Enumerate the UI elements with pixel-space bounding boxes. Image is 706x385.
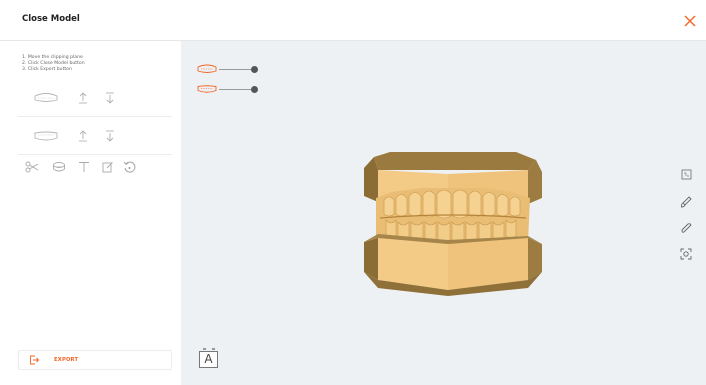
view-label-letter: A	[204, 352, 213, 366]
dental-model[interactable]	[362, 152, 544, 296]
measure-icon	[681, 223, 692, 233]
instructions: 1. Move the clipping plane 2. Click Clos…	[22, 55, 85, 73]
edit-tools-row	[18, 155, 172, 181]
slider-handle[interactable]	[251, 65, 258, 73]
slider-track[interactable]	[219, 68, 253, 70]
left-panel: 1. Move the clipping plane 2. Click Clos…	[0, 41, 181, 385]
undo-icon	[123, 161, 135, 173]
view-box-button[interactable]	[679, 167, 693, 181]
anterior-view-button[interactable]: A	[198, 347, 220, 369]
undo-button[interactable]	[121, 159, 137, 175]
arrow-up-icon	[79, 130, 87, 142]
upper-jaw-icon	[197, 64, 217, 73]
lower-jaw-icon[interactable]	[33, 129, 59, 143]
upper-jaw-icon[interactable]	[33, 91, 59, 105]
close-icon	[684, 15, 696, 27]
scissors-icon	[25, 161, 39, 173]
screenshot-button[interactable]	[679, 247, 693, 261]
export-label: EXPORT	[54, 357, 79, 363]
arrow-down-icon	[106, 92, 114, 104]
arrow-down-icon	[106, 130, 114, 142]
slider-track[interactable]	[219, 88, 253, 90]
move-up-button[interactable]	[76, 91, 90, 105]
lower-jaw-opacity-slider[interactable]	[197, 84, 258, 94]
cut-button[interactable]	[24, 159, 40, 175]
window-title: Close Model	[22, 14, 80, 24]
lower-jaw-row	[18, 117, 172, 155]
text-icon	[79, 162, 89, 172]
title-bar: Close Model	[0, 0, 706, 41]
upper-jaw-opacity-slider[interactable]	[197, 64, 258, 74]
move-up-button[interactable]	[76, 129, 90, 143]
view-box-icon	[681, 169, 691, 179]
arrow-up-icon	[79, 92, 87, 104]
brush-icon	[680, 196, 692, 208]
close-button[interactable]	[681, 12, 699, 30]
instruction-step-3: 3. Click Export button	[22, 67, 72, 72]
lower-jaw-icon	[197, 85, 217, 93]
edit-icon	[102, 162, 113, 173]
measure-button[interactable]	[679, 221, 693, 235]
screenshot-icon	[680, 248, 692, 260]
3d-viewport[interactable]: A	[181, 41, 706, 385]
export-icon	[30, 355, 39, 365]
upper-jaw-row	[18, 79, 172, 117]
brush-button[interactable]	[679, 195, 693, 209]
model-base-icon	[53, 162, 65, 172]
edit-button[interactable]	[100, 159, 116, 175]
base-button[interactable]	[51, 159, 67, 175]
move-down-button[interactable]	[103, 91, 117, 105]
slider-handle[interactable]	[251, 85, 258, 93]
move-down-button[interactable]	[103, 129, 117, 143]
export-button[interactable]: EXPORT	[18, 350, 172, 370]
text-button[interactable]	[76, 159, 92, 175]
